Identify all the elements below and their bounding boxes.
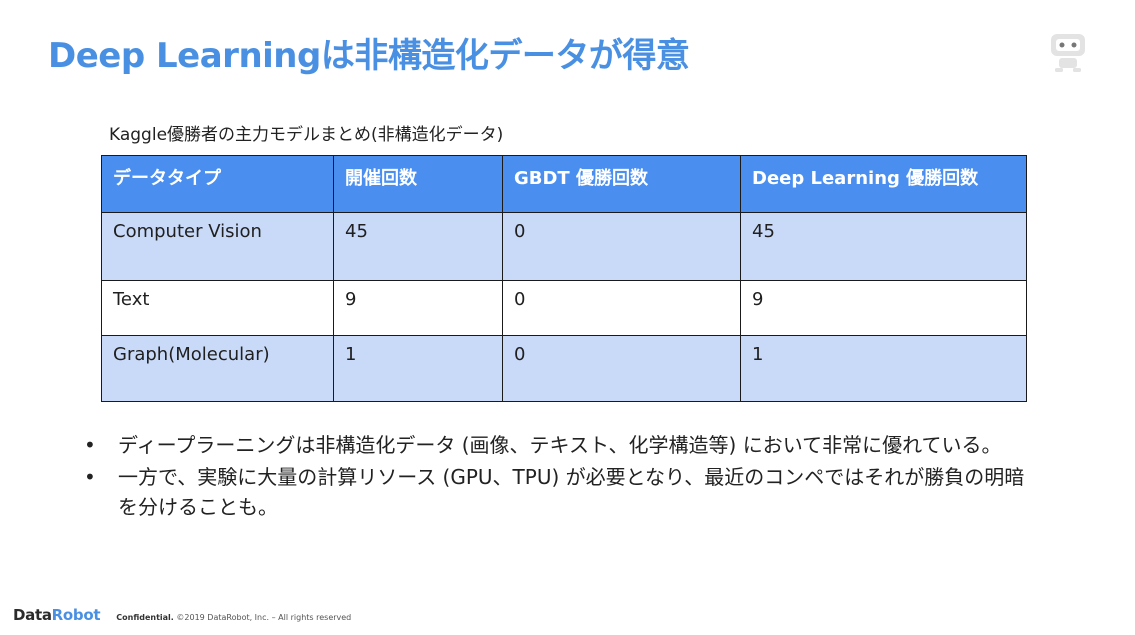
bullet-item: • 一方で、実験に大量の計算リソース (GPU、TPU) が必要となり、最近のコ…	[82, 462, 1042, 522]
table-cell: 0	[502, 280, 741, 336]
table-row: Computer Vision 45 0 45	[101, 212, 1027, 281]
bullet-text: ディープラーニングは非構造化データ (画像、テキスト、化学構造等) において非常…	[118, 433, 1002, 457]
table-cell: 45	[740, 212, 1027, 281]
table-header-cell: 開催回数	[333, 155, 503, 213]
table-caption: Kaggle優勝者の主力モデルまとめ(非構造化データ)	[109, 125, 504, 145]
table-cell: 0	[502, 212, 741, 281]
bullet-marker: •	[84, 465, 96, 489]
table-row: Graph(Molecular) 1 0 1	[101, 335, 1027, 402]
winners-table: データタイプ 開催回数 GBDT 優勝回数 Deep Learning 優勝回数…	[101, 155, 1027, 402]
table-cell: 9	[333, 280, 503, 336]
table-cell: 1	[740, 335, 1027, 402]
table-cell: 1	[333, 335, 503, 402]
datarobot-logo: DataRobot	[13, 606, 101, 624]
bullet-item: • ディープラーニングは非構造化データ (画像、テキスト、化学構造等) において…	[82, 430, 1042, 460]
logo-text-data: Data	[13, 606, 52, 624]
robot-icon	[1051, 34, 1085, 72]
bullet-text: 一方で、実験に大量の計算リソース (GPU、TPU) が必要となり、最近のコンペ…	[118, 465, 1025, 519]
bullet-marker: •	[84, 433, 96, 457]
table-cell: Text	[101, 280, 334, 336]
table-header-cell: Deep Learning 優勝回数	[740, 155, 1027, 213]
logo-text-robot: Robot	[51, 606, 101, 624]
table-cell: Computer Vision	[101, 212, 334, 281]
table-cell: 45	[333, 212, 503, 281]
table-cell: 9	[740, 280, 1027, 336]
table-header-cell: データタイプ	[101, 155, 334, 213]
footer-note: Confidential. ©2019 DataRobot, Inc. – Al…	[116, 613, 351, 622]
table-row: Text 9 0 9	[101, 280, 1027, 336]
copyright-text: ©2019 DataRobot, Inc. – All rights reser…	[176, 613, 352, 622]
table-header-row: データタイプ 開催回数 GBDT 優勝回数 Deep Learning 優勝回数	[101, 155, 1027, 213]
slide-title: Deep Learningは非構造化データが得意	[48, 36, 690, 76]
footer: DataRobot Confidential. ©2019 DataRobot,…	[13, 606, 351, 624]
bullet-list: • ディープラーニングは非構造化データ (画像、テキスト、化学構造等) において…	[82, 430, 1042, 524]
table-cell: 0	[502, 335, 741, 402]
table-header-cell: GBDT 優勝回数	[502, 155, 741, 213]
confidential-label: Confidential.	[116, 613, 174, 622]
slide: Deep Learningは非構造化データが得意 Kaggle優勝者の主力モデル…	[0, 0, 1135, 635]
table-cell: Graph(Molecular)	[101, 335, 334, 402]
